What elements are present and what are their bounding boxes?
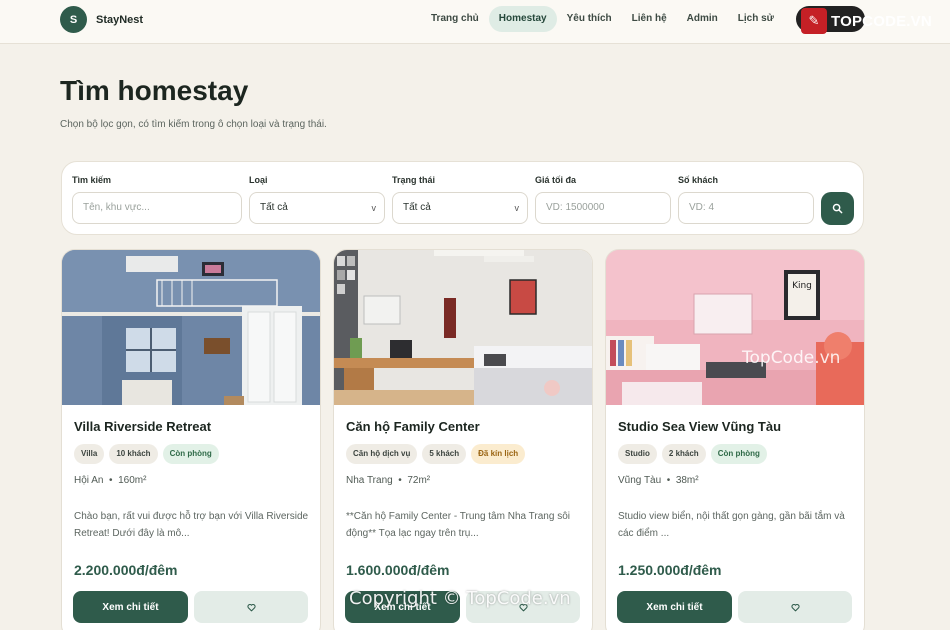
location-text: Vũng Tàu <box>618 475 662 486</box>
search-input[interactable]: Tên, khu vực... <box>72 192 242 224</box>
area-text: 38m² <box>675 475 699 486</box>
topcode-logo-icon: ✎ <box>801 8 827 34</box>
tag-list: Căn hộ dịch vụ 5 khách Đã kín lịch <box>346 444 526 464</box>
watermark-copyright: Copyright © TopCode.vn <box>349 588 571 609</box>
status-tag: Còn phòng <box>710 444 767 464</box>
guests-label: Số khách <box>678 175 719 185</box>
tag-list: Studio 2 khách Còn phòng <box>618 444 767 464</box>
area-text: 72m² <box>407 475 431 486</box>
type-select-value: Tất cả <box>260 202 288 213</box>
heart-icon <box>790 603 800 611</box>
nav-item-favorites[interactable]: Yêu thích <box>557 6 622 32</box>
brand-logo: S <box>60 6 87 33</box>
separator-dot: • <box>106 475 116 486</box>
watermark-center: TopCode.vn <box>742 348 841 368</box>
separator-dot: • <box>663 475 674 486</box>
status-tag: Đã kín lịch <box>471 444 526 464</box>
type-tag: Studio <box>618 444 657 464</box>
price-text: 2.200.000đ/đêm <box>74 562 178 578</box>
view-detail-button[interactable]: Xem chi tiết <box>73 591 188 623</box>
guests-input[interactable]: VD: 4 <box>678 192 814 224</box>
watermark-logo: ✎ TOPCODE.VN <box>801 8 932 34</box>
watermark-logo-text: TOPCODE.VN <box>831 12 932 30</box>
homestay-photo[interactable] <box>334 250 592 405</box>
page-subtitle: Chọn bộ lọc gọn, có tìm kiếm trong ô chọ… <box>60 119 327 130</box>
nav-item-admin[interactable]: Admin <box>677 6 728 32</box>
location-text: Nha Trang <box>346 475 393 486</box>
nav-item-contact[interactable]: Liên hệ <box>622 6 677 32</box>
type-select[interactable]: Tất cả v <box>249 192 385 224</box>
location-text: Hội An <box>74 475 104 486</box>
nav-item-homestay[interactable]: Homestay <box>488 6 557 32</box>
tag-list: Villa 10 khách Còn phòng <box>74 444 219 464</box>
type-tag: Căn hộ dịch vụ <box>346 444 418 464</box>
nav-item-home[interactable]: Trang chủ <box>421 6 489 32</box>
page-title: Tìm homestay <box>60 75 249 106</box>
location-row: Hội An • 160m² <box>74 475 146 486</box>
guests-tag: 10 khách <box>109 444 158 464</box>
location-row: Vũng Tàu • 38m² <box>618 475 699 486</box>
separator-dot: • <box>395 475 405 486</box>
homestay-description: Studio view biển, nội thất gọn gàng, gần… <box>618 511 845 539</box>
nav-item-history[interactable]: Lịch sử <box>728 6 784 32</box>
search-icon <box>832 203 843 214</box>
main-nav: Trang chủ Homestay Yêu thích Liên hệ Adm… <box>421 6 784 32</box>
chevron-down-icon: v <box>371 203 377 213</box>
favorite-button[interactable] <box>738 591 852 623</box>
area-text: 160m² <box>118 475 147 486</box>
homestay-description: Chào bạn, rất vui được hỗ trợ bạn với Vi… <box>74 511 309 539</box>
type-label: Loại <box>249 175 268 185</box>
homestay-description: **Căn hộ Family Center - Trung tâm Nha T… <box>346 511 570 539</box>
homestay-card: Căn hộ Family Center Căn hộ dịch vụ 5 kh… <box>333 249 593 630</box>
top-navbar: S StayNest Trang chủ Homestay Yêu thích … <box>0 0 950 44</box>
guests-tag: 2 khách <box>661 444 706 464</box>
homestay-title[interactable]: Căn hộ Family Center <box>346 419 480 434</box>
chevron-down-icon: v <box>514 203 520 213</box>
homestay-card: King Studio Sea View Vũng Tàu Studio 2 k… <box>605 249 865 630</box>
status-label: Trạng thái <box>392 175 436 185</box>
homestay-photo[interactable]: King <box>606 250 864 405</box>
location-row: Nha Trang • 72m² <box>346 475 430 486</box>
homestay-title[interactable]: Studio Sea View Vũng Tàu <box>618 419 781 434</box>
homestay-title[interactable]: Villa Riverside Retreat <box>74 419 211 434</box>
favorite-button[interactable] <box>194 591 308 623</box>
status-select[interactable]: Tất cả v <box>392 192 528 224</box>
svg-text:King: King <box>792 281 812 291</box>
homestay-card: Villa Riverside Retreat Villa 10 khách C… <box>61 249 321 630</box>
filter-panel: Tìm kiếm Tên, khu vực... Loại Tất cả v T… <box>61 161 864 235</box>
guests-tag: 5 khách <box>422 444 467 464</box>
brand[interactable]: S StayNest <box>60 6 143 33</box>
homestay-photo[interactable] <box>62 250 320 405</box>
price-text: 1.600.000đ/đêm <box>346 562 450 578</box>
max-price-input[interactable]: VD: 1500000 <box>535 192 671 224</box>
status-select-value: Tất cả <box>403 202 431 213</box>
brand-name: StayNest <box>96 13 144 26</box>
type-tag: Villa <box>74 444 105 464</box>
status-tag: Còn phòng <box>162 444 219 464</box>
view-detail-button[interactable]: Xem chi tiết <box>617 591 732 623</box>
search-button[interactable] <box>821 192 854 225</box>
price-text: 1.250.000đ/đêm <box>618 562 722 578</box>
search-label: Tìm kiếm <box>72 175 112 185</box>
heart-icon <box>246 603 256 611</box>
max-price-label: Giá tối đa <box>535 175 577 185</box>
